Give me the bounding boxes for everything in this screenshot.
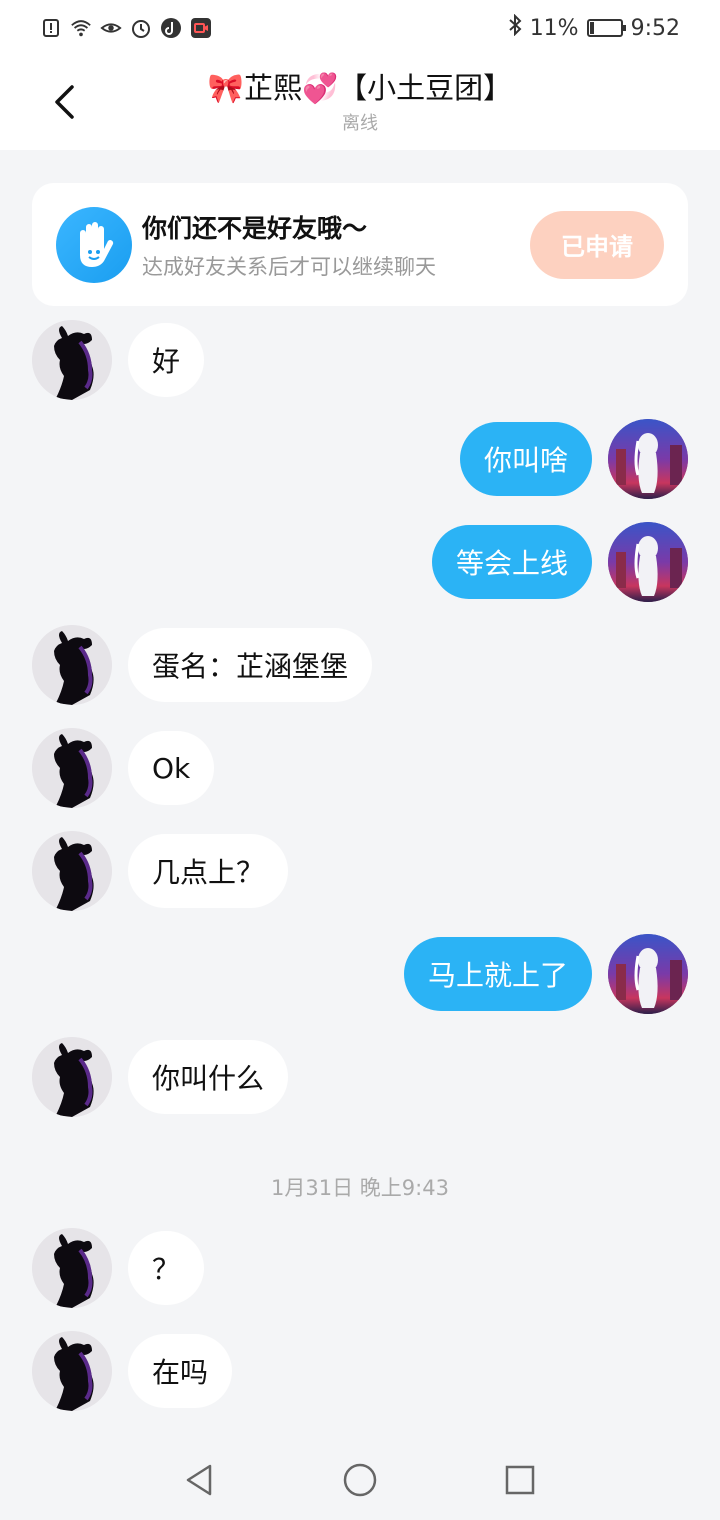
received-message: 你叫什么 [0, 1037, 720, 1117]
applied-button[interactable]: 已申请 [530, 210, 664, 279]
eye-icon [100, 17, 122, 39]
my-avatar[interactable] [608, 419, 688, 499]
nav-back-button[interactable] [180, 1460, 220, 1500]
alarm-icon [130, 17, 152, 39]
received-message: 在吗 [0, 1331, 720, 1411]
back-button[interactable] [44, 82, 84, 122]
chat-title: 🎀芷熙💞【小土豆团】 [207, 71, 513, 105]
nav-recents-button[interactable] [500, 1460, 540, 1500]
message-bubble[interactable]: 你叫什么 [128, 1040, 289, 1114]
received-message: ？ [0, 1228, 720, 1308]
message-bubble[interactable]: 好 [128, 323, 205, 397]
alert-icon [40, 17, 62, 39]
contact-avatar[interactable] [32, 320, 112, 400]
contact-avatar[interactable] [32, 1331, 112, 1411]
online-status: 离线 [342, 113, 378, 134]
my-avatar[interactable] [608, 934, 688, 1014]
chat-title-block[interactable]: 🎀芷熙💞【小土豆团】 离线 [208, 65, 512, 135]
clock-time: 9:52 [630, 15, 680, 41]
sent-message: 你叫啥 [0, 419, 720, 499]
message-bubble[interactable]: 在吗 [128, 1334, 233, 1408]
message-bubble[interactable]: ？ [128, 1231, 205, 1305]
message-bubble[interactable]: 蛋名：芷涵堡堡 [128, 628, 373, 702]
triangle-back-icon [186, 1464, 212, 1496]
received-message: 好 [0, 320, 720, 400]
status-bar: 11% 9:52 [0, 0, 720, 56]
video-app-icon [190, 17, 212, 39]
my-avatar[interactable] [608, 522, 688, 602]
message-bubble[interactable]: 马上就上了 [403, 937, 592, 1011]
received-message: Ok [0, 728, 720, 808]
sent-message: 等会上线 [0, 522, 720, 602]
banner-text: 你们还不是好友哦～ 达成好友关系后才可以继续聊天 [142, 209, 530, 281]
contact-avatar[interactable] [32, 728, 112, 808]
sent-message: 马上就上了 [0, 934, 720, 1014]
contact-avatar[interactable] [32, 1228, 112, 1308]
message-timestamp: 1月31日 晚上9:43 [271, 1176, 449, 1200]
message-bubble[interactable]: 你叫啥 [459, 422, 592, 496]
contact-avatar[interactable] [32, 831, 112, 911]
contact-avatar[interactable] [32, 1037, 112, 1117]
message-list[interactable]: 好你叫啥等会上线 蛋名：芷涵堡堡 Ok 几点上？ 马上就上了你叫什么 1月31日 晚上9:… [0, 306, 720, 1440]
status-icons-right: 11% 9:52 [508, 13, 680, 42]
navigation-bar [0, 1440, 720, 1520]
battery-percent: 11% [529, 15, 579, 41]
square-recents-icon [505, 1465, 535, 1495]
nav-home-button[interactable] [340, 1460, 380, 1500]
chevron-left-icon [55, 85, 74, 119]
chat-header: 🎀芷熙💞【小土豆团】 离线 [0, 56, 720, 150]
received-message: 蛋名：芷涵堡堡 [0, 625, 720, 705]
battery-icon [586, 19, 626, 37]
banner-title: 你们还不是好友哦～ [142, 213, 368, 243]
circle-home-icon [343, 1463, 377, 1497]
waving-hand-icon [56, 206, 132, 283]
contact-avatar[interactable] [32, 625, 112, 705]
tiktok-app-icon [160, 17, 182, 39]
bluetooth-icon [508, 13, 522, 42]
wifi-icon [70, 17, 92, 39]
status-icons-left [40, 17, 212, 39]
friend-request-banner: 你们还不是好友哦～ 达成好友关系后才可以继续聊天 已申请 [32, 183, 688, 306]
message-bubble[interactable]: 等会上线 [431, 525, 592, 599]
banner-description: 达成好友关系后才可以继续聊天 [142, 254, 436, 279]
message-bubble[interactable]: 几点上？ [128, 834, 289, 908]
message-bubble[interactable]: Ok [128, 731, 215, 805]
received-message: 几点上？ [0, 831, 720, 911]
